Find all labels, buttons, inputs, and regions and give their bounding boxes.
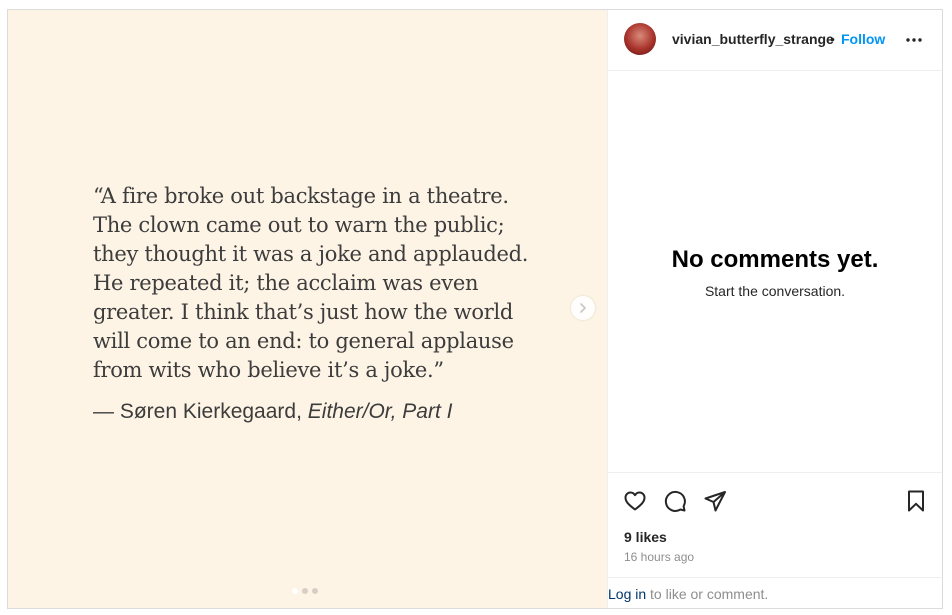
post-media[interactable]: “A fire broke out backstage in a theatre… xyxy=(8,10,608,608)
post-actions: 9 likes 16 hours ago xyxy=(608,472,942,588)
username-link[interactable]: vivian_butterfly_strange xyxy=(672,31,834,47)
bookmark-icon[interactable] xyxy=(904,489,928,513)
carousel-dot xyxy=(292,588,298,594)
attribution-work: Either/Or, Part I xyxy=(307,400,453,423)
quote-attribution: — Søren Kierkegaard, Either/Or, Part I xyxy=(93,400,452,424)
login-suffix-text: to like or comment. xyxy=(646,586,769,602)
likes-count[interactable]: 9 likes xyxy=(624,529,667,545)
quote-text: “A fire broke out backstage in a theatre… xyxy=(93,184,529,382)
carousel-dot xyxy=(312,588,318,594)
header-separator: • xyxy=(830,31,835,47)
avatar[interactable] xyxy=(624,23,656,55)
post-dialog: “A fire broke out backstage in a theatre… xyxy=(7,9,943,609)
post-timestamp[interactable]: 16 hours ago xyxy=(624,550,694,564)
heart-icon[interactable] xyxy=(623,489,647,513)
login-link[interactable]: Log in xyxy=(608,586,646,602)
carousel-dot xyxy=(302,588,308,594)
login-prompt: Log in to like or comment. xyxy=(608,577,942,609)
carousel-indicator xyxy=(292,588,318,594)
post-header: vivian_butterfly_strange • Follow xyxy=(608,10,942,71)
no-comments-subtitle: Start the conversation. xyxy=(704,283,846,299)
post-sidebar: vivian_butterfly_strange • Follow No com… xyxy=(608,10,942,608)
more-options-icon[interactable] xyxy=(904,30,924,50)
share-icon[interactable] xyxy=(703,489,727,513)
next-slide-button[interactable] xyxy=(571,296,595,320)
no-comments-title: No comments yet. xyxy=(671,246,879,273)
follow-button[interactable]: Follow xyxy=(841,31,885,47)
chevron-right-icon xyxy=(580,303,586,313)
comment-icon[interactable] xyxy=(663,489,687,513)
attribution-author: — Søren Kierkegaard, xyxy=(93,400,308,423)
